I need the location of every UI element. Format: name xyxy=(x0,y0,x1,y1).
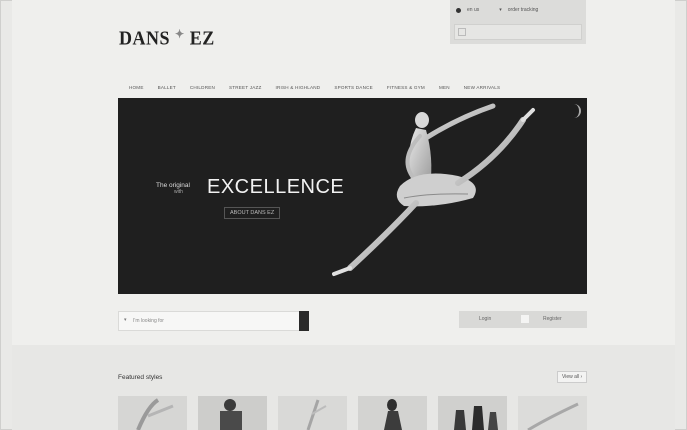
logo-star-icon: ✦ xyxy=(175,28,185,42)
logo-text: DANS xyxy=(119,26,171,49)
thumb-image-5 xyxy=(438,396,507,430)
nav-item-men[interactable]: Men xyxy=(432,85,457,90)
about-button[interactable]: ABOUT DANS EZ xyxy=(224,207,281,219)
chevron-right-icon: › xyxy=(580,374,583,380)
category-select[interactable]: ▾ I'm looking for xyxy=(118,311,306,331)
nav-item-street-jazz[interactable]: Street Jazz xyxy=(222,85,269,90)
category-select-text: I'm looking for xyxy=(133,318,164,324)
thumb-image-4 xyxy=(358,396,427,430)
search-icon xyxy=(458,28,466,36)
main-nav: Home Ballet Children Street Jazz Irish &… xyxy=(122,85,507,90)
hero-tagline-main: The original xyxy=(156,182,190,189)
nav-item-ballet[interactable]: Ballet xyxy=(151,85,183,90)
hero-banner[interactable]: The original with EXCELLENCE ABOUT DANS … xyxy=(118,98,587,294)
featured-thumb-3[interactable] xyxy=(278,396,347,430)
nav-item-fitness-gym[interactable]: Fitness & Gym xyxy=(380,85,432,90)
user-icon xyxy=(521,315,529,323)
thumb-image-1 xyxy=(118,396,187,430)
utility-bar: en us ▾ order tracking xyxy=(450,0,586,44)
view-all-button[interactable]: View all › xyxy=(557,371,588,383)
register-link[interactable]: Register xyxy=(543,316,562,322)
featured-thumb-1[interactable] xyxy=(118,396,187,430)
logo-text-2: EZ xyxy=(189,26,215,49)
featured-thumb-4[interactable] xyxy=(358,396,427,430)
thumb-image-6 xyxy=(518,396,587,430)
hero-title: EXCELLENCE xyxy=(207,176,345,198)
language-selector[interactable]: en us xyxy=(467,7,479,13)
featured-thumb-6[interactable] xyxy=(518,396,587,430)
thumb-image-3 xyxy=(278,396,347,430)
nav-item-new-arrivals[interactable]: New Arrivals xyxy=(457,85,508,90)
flag-icon[interactable] xyxy=(456,7,461,13)
nav-item-irish-highland[interactable]: Irish & Highland xyxy=(269,85,328,90)
nav-item-children[interactable]: Children xyxy=(183,85,222,90)
featured-title: Featured styles xyxy=(118,374,163,381)
account-link[interactable]: order tracking xyxy=(508,7,539,13)
search-input[interactable] xyxy=(454,24,582,40)
hero-tagline-sub: with xyxy=(174,189,183,195)
nav-item-sports-dance[interactable]: Sports Dance xyxy=(327,85,380,90)
nav-item-home[interactable]: Home xyxy=(122,85,151,90)
go-button[interactable] xyxy=(299,311,309,331)
hero-tagline: The original with xyxy=(156,182,190,196)
utility-row: en us ▾ order tracking xyxy=(456,5,538,15)
view-all-label: View all xyxy=(562,374,580,380)
login-link[interactable]: Login xyxy=(479,316,491,322)
featured-thumb-2[interactable] xyxy=(198,396,267,430)
chevron-down-icon[interactable]: ▾ xyxy=(499,7,502,13)
page: en us ▾ order tracking DANS ✦ EZ Home Ba… xyxy=(12,0,675,430)
featured-thumb-5[interactable] xyxy=(438,396,507,430)
thumb-image-2 xyxy=(198,396,267,430)
login-bar: Login Register xyxy=(459,311,587,328)
logo[interactable]: DANS ✦ EZ xyxy=(119,27,215,50)
dancer-image xyxy=(332,103,535,276)
chevron-down-icon: ▾ xyxy=(124,317,127,323)
